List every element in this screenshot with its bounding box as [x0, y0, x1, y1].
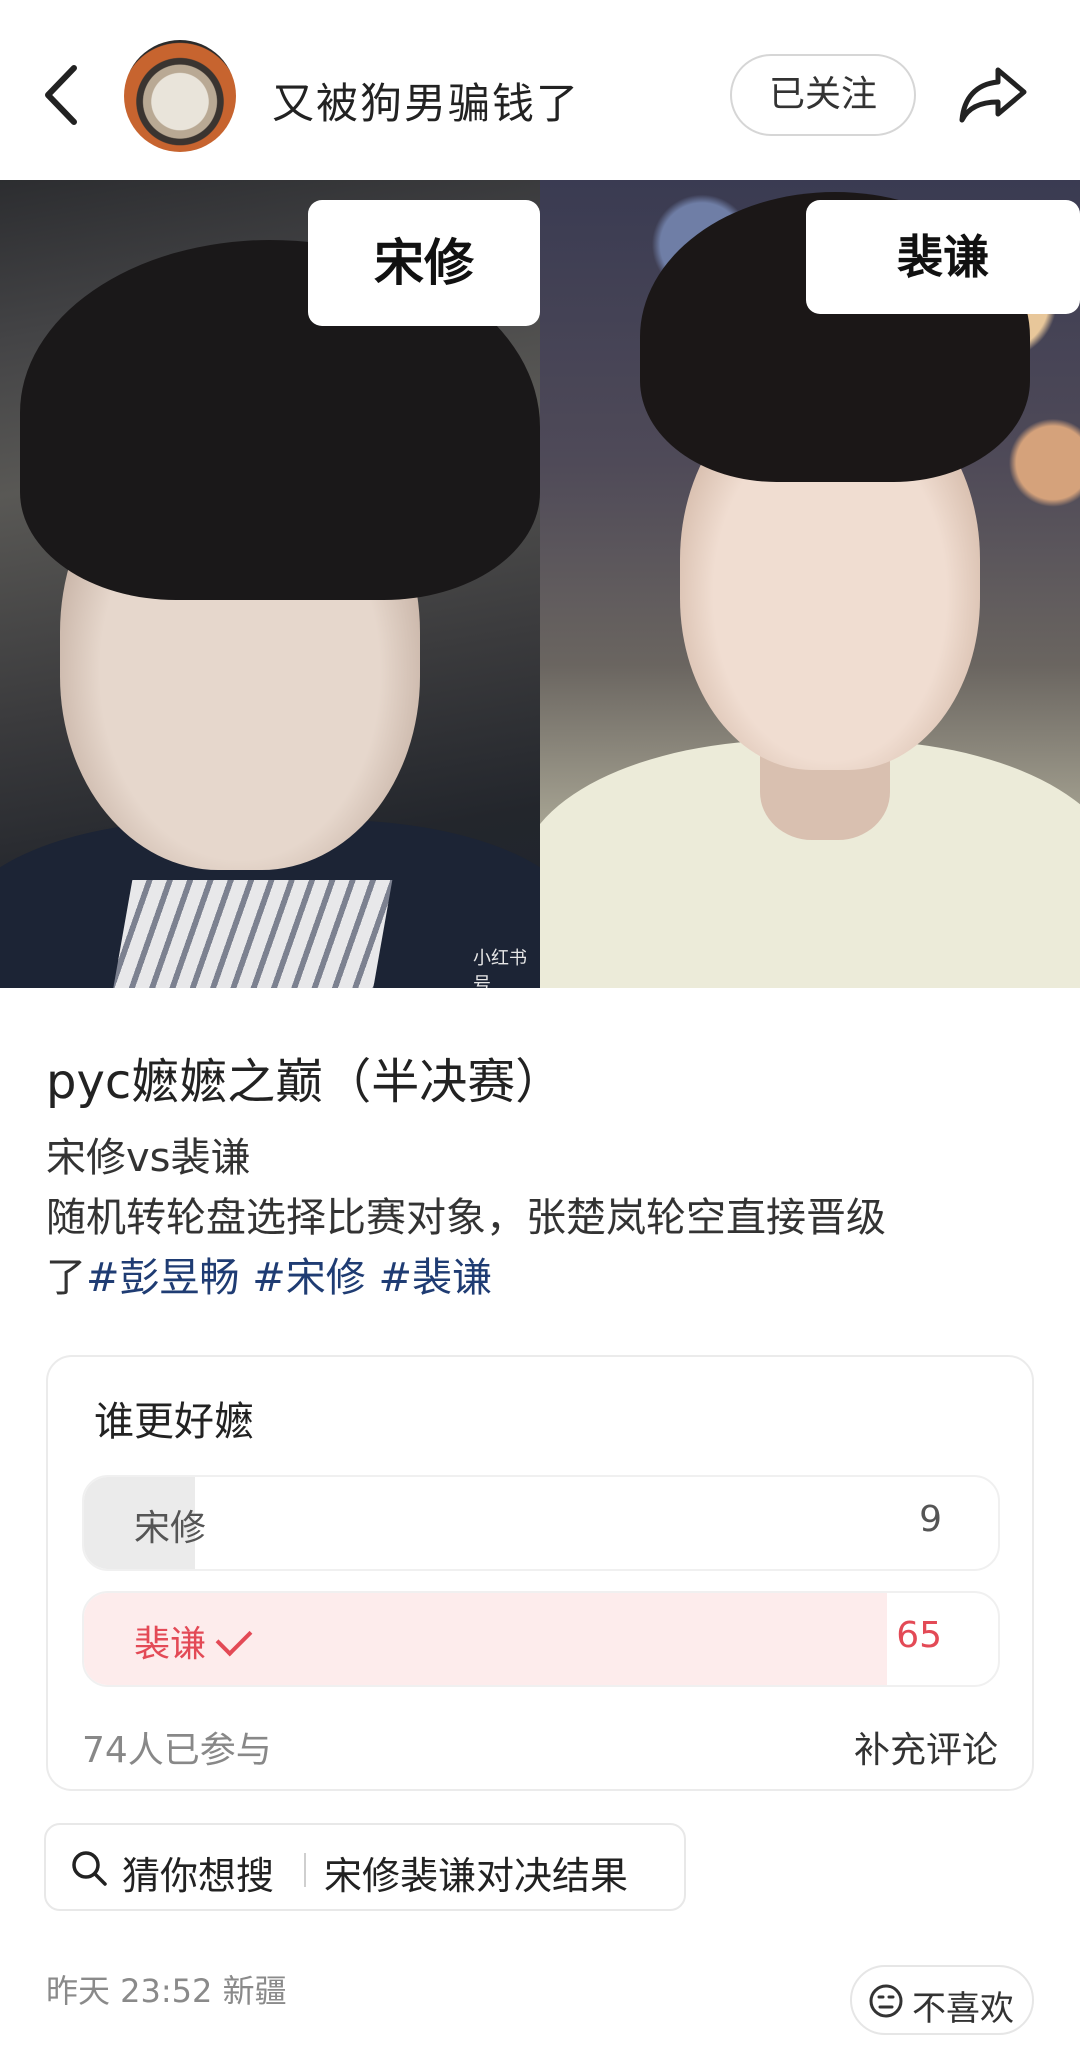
- checkmark-icon: [215, 1619, 253, 1657]
- top-bar: 又被狗男骗钱了 已关注: [0, 0, 1080, 180]
- back-arrow-icon[interactable]: [38, 62, 88, 128]
- hashtag[interactable]: #宋修: [252, 1255, 366, 1301]
- body-line: 宋修vs裴谦: [46, 1135, 251, 1181]
- body-text: 了: [46, 1255, 86, 1301]
- divider: [304, 1853, 306, 1887]
- poll-option-selected[interactable]: 裴谦 65: [82, 1591, 1000, 1687]
- post-title: pyc嬷嬷之巅（半决赛）: [46, 1054, 564, 1110]
- poll-option-label: 宋修: [134, 1508, 207, 1549]
- post-meta: 昨天 23:52 新疆: [46, 1972, 287, 2010]
- search-icon: [72, 1851, 107, 1886]
- suggested-search[interactable]: 猜你想搜 宋修裴谦对决结果: [44, 1823, 686, 1911]
- post-image[interactable]: 宋修 小红书号 裴谦: [0, 180, 1080, 988]
- share-icon[interactable]: [958, 64, 1028, 124]
- poll-participants: 74人已参与: [82, 1730, 272, 1771]
- poll-card: 谁更好嬷 宋修 9 裴谦 65 74人已参与 补充评论: [46, 1355, 1034, 1791]
- poll-option-count: 9: [919, 1499, 942, 1540]
- search-label: 猜你想搜: [122, 1854, 275, 1898]
- poll-option-text: 裴谦: [134, 1624, 207, 1665]
- search-query: 宋修裴谦对决结果: [324, 1854, 629, 1898]
- striped-collar: [107, 880, 393, 988]
- poll-option-label: 裴谦: [134, 1615, 253, 1667]
- post-body: 宋修vs裴谦 随机转轮盘选择比赛对象，张楚岚轮空直接晋级 了#彭昱畅 #宋修 #…: [46, 1128, 1046, 1308]
- left-photo: 宋修 小红书号: [0, 180, 540, 988]
- dislike-label: 不喜欢: [912, 1989, 1014, 2029]
- hashtag[interactable]: #裴谦: [378, 1255, 492, 1301]
- neutral-face-icon: [869, 1984, 903, 2018]
- name-tag-left: 宋修: [308, 200, 540, 326]
- name-tag-right: 裴谦: [806, 200, 1080, 314]
- poll-question: 谁更好嬷: [94, 1399, 254, 1445]
- body-line-with-tags: 了#彭昱畅 #宋修 #裴谦: [46, 1248, 1046, 1308]
- author-avatar[interactable]: [124, 40, 236, 152]
- author-name[interactable]: 又被狗男骗钱了: [272, 70, 580, 131]
- dislike-button[interactable]: 不喜欢: [850, 1965, 1034, 2035]
- poll-option-count: 65: [896, 1615, 942, 1656]
- body-line: 随机转轮盘选择比赛对象，张楚岚轮空直接晋级: [46, 1195, 886, 1241]
- watermark: 小红书号: [473, 948, 527, 988]
- hashtag[interactable]: #彭昱畅: [86, 1255, 240, 1301]
- add-comment-link[interactable]: 补充评论: [854, 1721, 998, 1773]
- poll-option[interactable]: 宋修 9: [82, 1475, 1000, 1571]
- follow-button[interactable]: 已关注: [730, 54, 916, 136]
